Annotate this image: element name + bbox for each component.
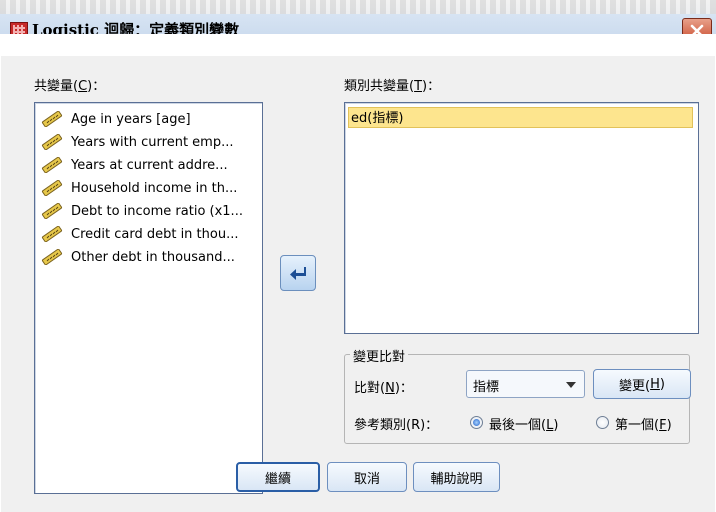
cancel-button[interactable]: 取消 xyxy=(327,462,407,492)
scale-ruler-icon xyxy=(41,111,63,127)
change-button[interactable]: 變更(H) xyxy=(593,369,691,399)
list-item-label: Debt to income ratio (x1... xyxy=(71,203,243,219)
close-button[interactable] xyxy=(682,18,712,34)
categorical-covariates-label: 類別共變量(T)： xyxy=(344,79,441,94)
reference-last-label[interactable]: 最後一個(L) xyxy=(489,414,558,433)
arrow-left-icon xyxy=(290,267,306,280)
list-item[interactable]: Years with current emp... xyxy=(41,132,233,152)
reference-category-label: 參考類別(R)： xyxy=(354,418,439,433)
contrast-label: 比對(N)： xyxy=(354,381,413,396)
help-button[interactable]: 輔助說明 xyxy=(413,462,500,492)
list-item-label: Other debt in thousand... xyxy=(71,249,235,265)
continue-button[interactable]: 繼續 xyxy=(236,462,320,492)
scale-ruler-icon xyxy=(41,226,63,242)
window-title: Logistic 迴歸：定義類別變數 xyxy=(32,21,240,34)
covariates-label: 共變量(C)： xyxy=(34,79,106,94)
scale-ruler-icon xyxy=(41,157,63,173)
reference-first-label[interactable]: 第一個(F) xyxy=(615,414,672,433)
list-item[interactable]: Household income in th... xyxy=(41,178,237,198)
list-item[interactable]: Debt to income ratio (x1... xyxy=(41,201,243,221)
list-item-label: Years at current addre... xyxy=(71,157,228,173)
move-to-categorical-button[interactable] xyxy=(280,255,316,291)
change-contrast-title: 變更比對 xyxy=(350,346,409,365)
chevron-down-icon xyxy=(566,382,576,388)
list-item-label: Credit card debt in thou... xyxy=(71,226,239,242)
reference-last-radio[interactable] xyxy=(470,416,483,429)
scale-ruler-icon xyxy=(41,134,63,150)
covariates-list[interactable]: Age in years [age] Years with current emp… xyxy=(34,102,263,494)
list-item-label: Age in years [age] xyxy=(71,111,191,127)
list-item[interactable]: Credit card debt in thou... xyxy=(41,224,238,244)
dialog-window: Logistic 迴歸：定義類別變數 共變量(C)： Age in years … xyxy=(0,0,716,512)
contrast-select-value: 指標 xyxy=(473,380,500,395)
scale-ruler-icon xyxy=(41,180,63,196)
close-icon xyxy=(690,24,704,34)
categorical-covariates-list[interactable]: ed(指標) xyxy=(344,102,699,334)
top-strip xyxy=(0,0,716,14)
list-item-label: Years with current emp... xyxy=(71,134,234,150)
reference-first-radio[interactable] xyxy=(596,416,609,429)
list-item-label: Household income in th... xyxy=(71,180,238,196)
title-bar[interactable]: Logistic 迴歸：定義類別變數 xyxy=(0,0,716,34)
scale-ruler-icon xyxy=(41,249,63,265)
contrast-select[interactable]: 指標 xyxy=(466,370,585,398)
list-item[interactable]: Age in years [age] xyxy=(41,109,191,129)
grid-table-icon xyxy=(10,22,28,34)
scale-ruler-icon xyxy=(41,203,63,219)
list-item[interactable]: ed(指標) xyxy=(348,107,693,128)
list-item[interactable]: Other debt in thousand... xyxy=(41,247,235,267)
list-item[interactable]: Years at current addre... xyxy=(41,155,228,175)
